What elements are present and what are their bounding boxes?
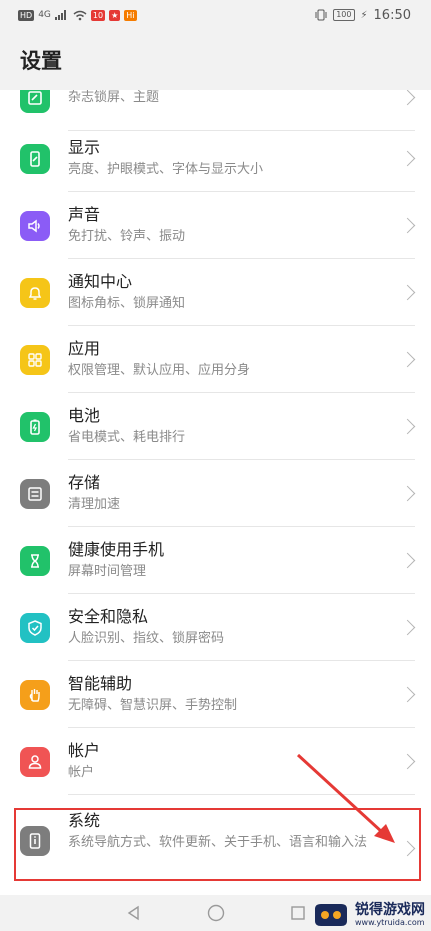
home-icon[interactable] bbox=[206, 903, 226, 923]
watermark: 锐得游戏网 www.ytruida.com bbox=[311, 901, 425, 929]
back-icon[interactable] bbox=[124, 903, 144, 923]
annotation-arrow bbox=[296, 753, 395, 843]
watermark-url: www.ytruida.com bbox=[355, 918, 425, 927]
recents-icon[interactable] bbox=[288, 903, 308, 923]
watermark-logo-icon bbox=[315, 904, 347, 926]
watermark-title: 锐得游戏网 bbox=[355, 902, 425, 918]
